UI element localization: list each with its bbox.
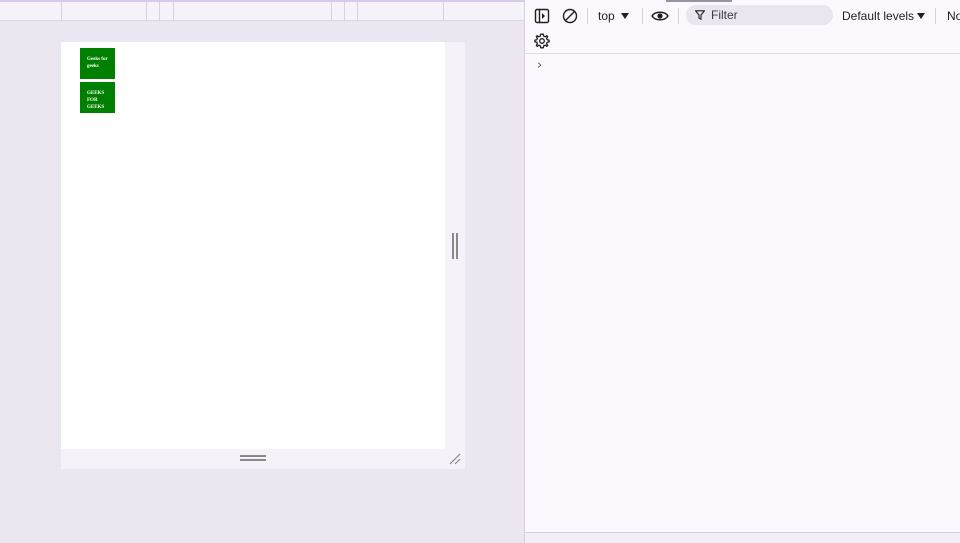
- ruler-tick: [357, 2, 358, 21]
- filter-icon: [695, 10, 705, 20]
- ruler-tick: [331, 2, 332, 21]
- ruler-tick: [173, 2, 174, 21]
- toolbar-separator: [935, 8, 936, 24]
- log-levels-label: Default levels: [842, 9, 915, 23]
- resize-corner-icon[interactable]: [449, 453, 461, 465]
- ruler-tick: [146, 2, 147, 21]
- filter-input[interactable]: Filter: [686, 5, 833, 25]
- device-frame: Geeks for geeks GEEKS FOR GEEKS: [61, 42, 465, 469]
- context-selector[interactable]: top: [598, 9, 629, 23]
- drawer-tab-bar[interactable]: [525, 532, 960, 543]
- resize-width-handle[interactable]: [452, 233, 458, 259]
- media-query-ruler[interactable]: [0, 0, 524, 21]
- chevron-down-icon: [917, 13, 926, 19]
- geeks-box-uppercase: GEEKS FOR GEEKS: [80, 82, 115, 113]
- toolbar-separator: [587, 8, 588, 24]
- ruler-tick: [344, 2, 345, 21]
- issues-counter[interactable]: No: [947, 9, 960, 23]
- resize-height-handle[interactable]: [240, 455, 266, 461]
- console-toolbar: top Filter Default levels No: [525, 2, 960, 29]
- gear-icon[interactable]: [532, 31, 552, 51]
- devtools-console-panel: top Filter Default levels No ›: [524, 0, 960, 543]
- geeks-box-lowercase: Geeks for geeks: [80, 48, 115, 79]
- chevron-down-icon: [620, 13, 629, 19]
- console-toolbar-secondary: [525, 29, 960, 54]
- console-prompt[interactable]: ›: [525, 55, 960, 75]
- page-viewport: Geeks for geeks GEEKS FOR GEEKS: [61, 42, 445, 449]
- ruler-tick: [443, 2, 444, 21]
- sidebar-toggle-icon[interactable]: [532, 6, 552, 26]
- ruler-tick: [159, 2, 160, 21]
- live-expression-icon[interactable]: [650, 6, 670, 26]
- toolbar-separator: [642, 8, 643, 24]
- filter-placeholder: Filter: [711, 8, 738, 22]
- context-label: top: [598, 9, 615, 23]
- device-emulation-pane: Geeks for geeks GEEKS FOR GEEKS: [0, 0, 524, 543]
- toolbar-separator: [678, 8, 679, 24]
- log-levels-dropdown[interactable]: Default levels: [842, 9, 926, 23]
- clear-console-icon[interactable]: [560, 6, 580, 26]
- chevron-right-icon: ›: [537, 58, 543, 73]
- ruler-tick: [61, 2, 62, 21]
